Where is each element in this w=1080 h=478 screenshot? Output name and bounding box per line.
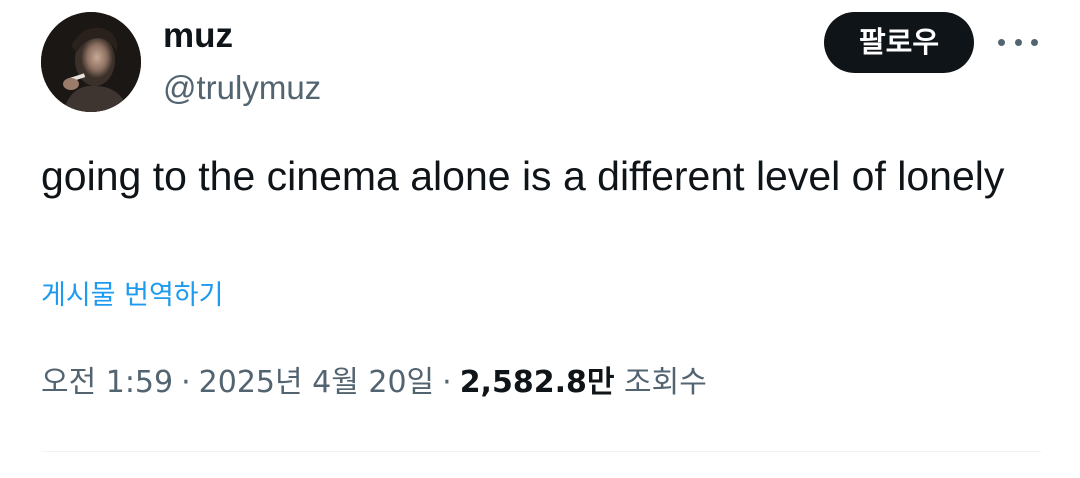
meta-separator: ·: [442, 365, 452, 400]
meta-separator: ·: [181, 365, 191, 400]
translate-post-link[interactable]: 게시물 번역하기: [41, 276, 223, 316]
profile-photo-icon: [41, 12, 141, 112]
display-name[interactable]: muz: [163, 15, 233, 57]
follow-button[interactable]: 팔로우: [824, 12, 974, 73]
more-options-button[interactable]: [996, 26, 1040, 58]
divider: [41, 451, 1041, 452]
tweet-time[interactable]: 오전 1:59: [41, 365, 173, 400]
more-horizontal-icon: [998, 38, 1005, 46]
user-handle[interactable]: @trulymuz: [163, 68, 321, 108]
tweet-text: going to the cinema alone is a different…: [41, 153, 1005, 199]
view-count: 2,582.8만: [459, 365, 615, 400]
more-horizontal-icon-dot: [1031, 38, 1038, 46]
more-horizontal-icon-dot: [1014, 38, 1022, 46]
view-count-label: 조회수: [624, 365, 707, 400]
avatar[interactable]: [41, 12, 141, 112]
tweet-date[interactable]: 2025년 4월 20일: [199, 365, 434, 400]
tweet-metadata: 오전 1:59 · 2025년 4월 20일 · 2,582.8만 조회수: [41, 360, 707, 406]
